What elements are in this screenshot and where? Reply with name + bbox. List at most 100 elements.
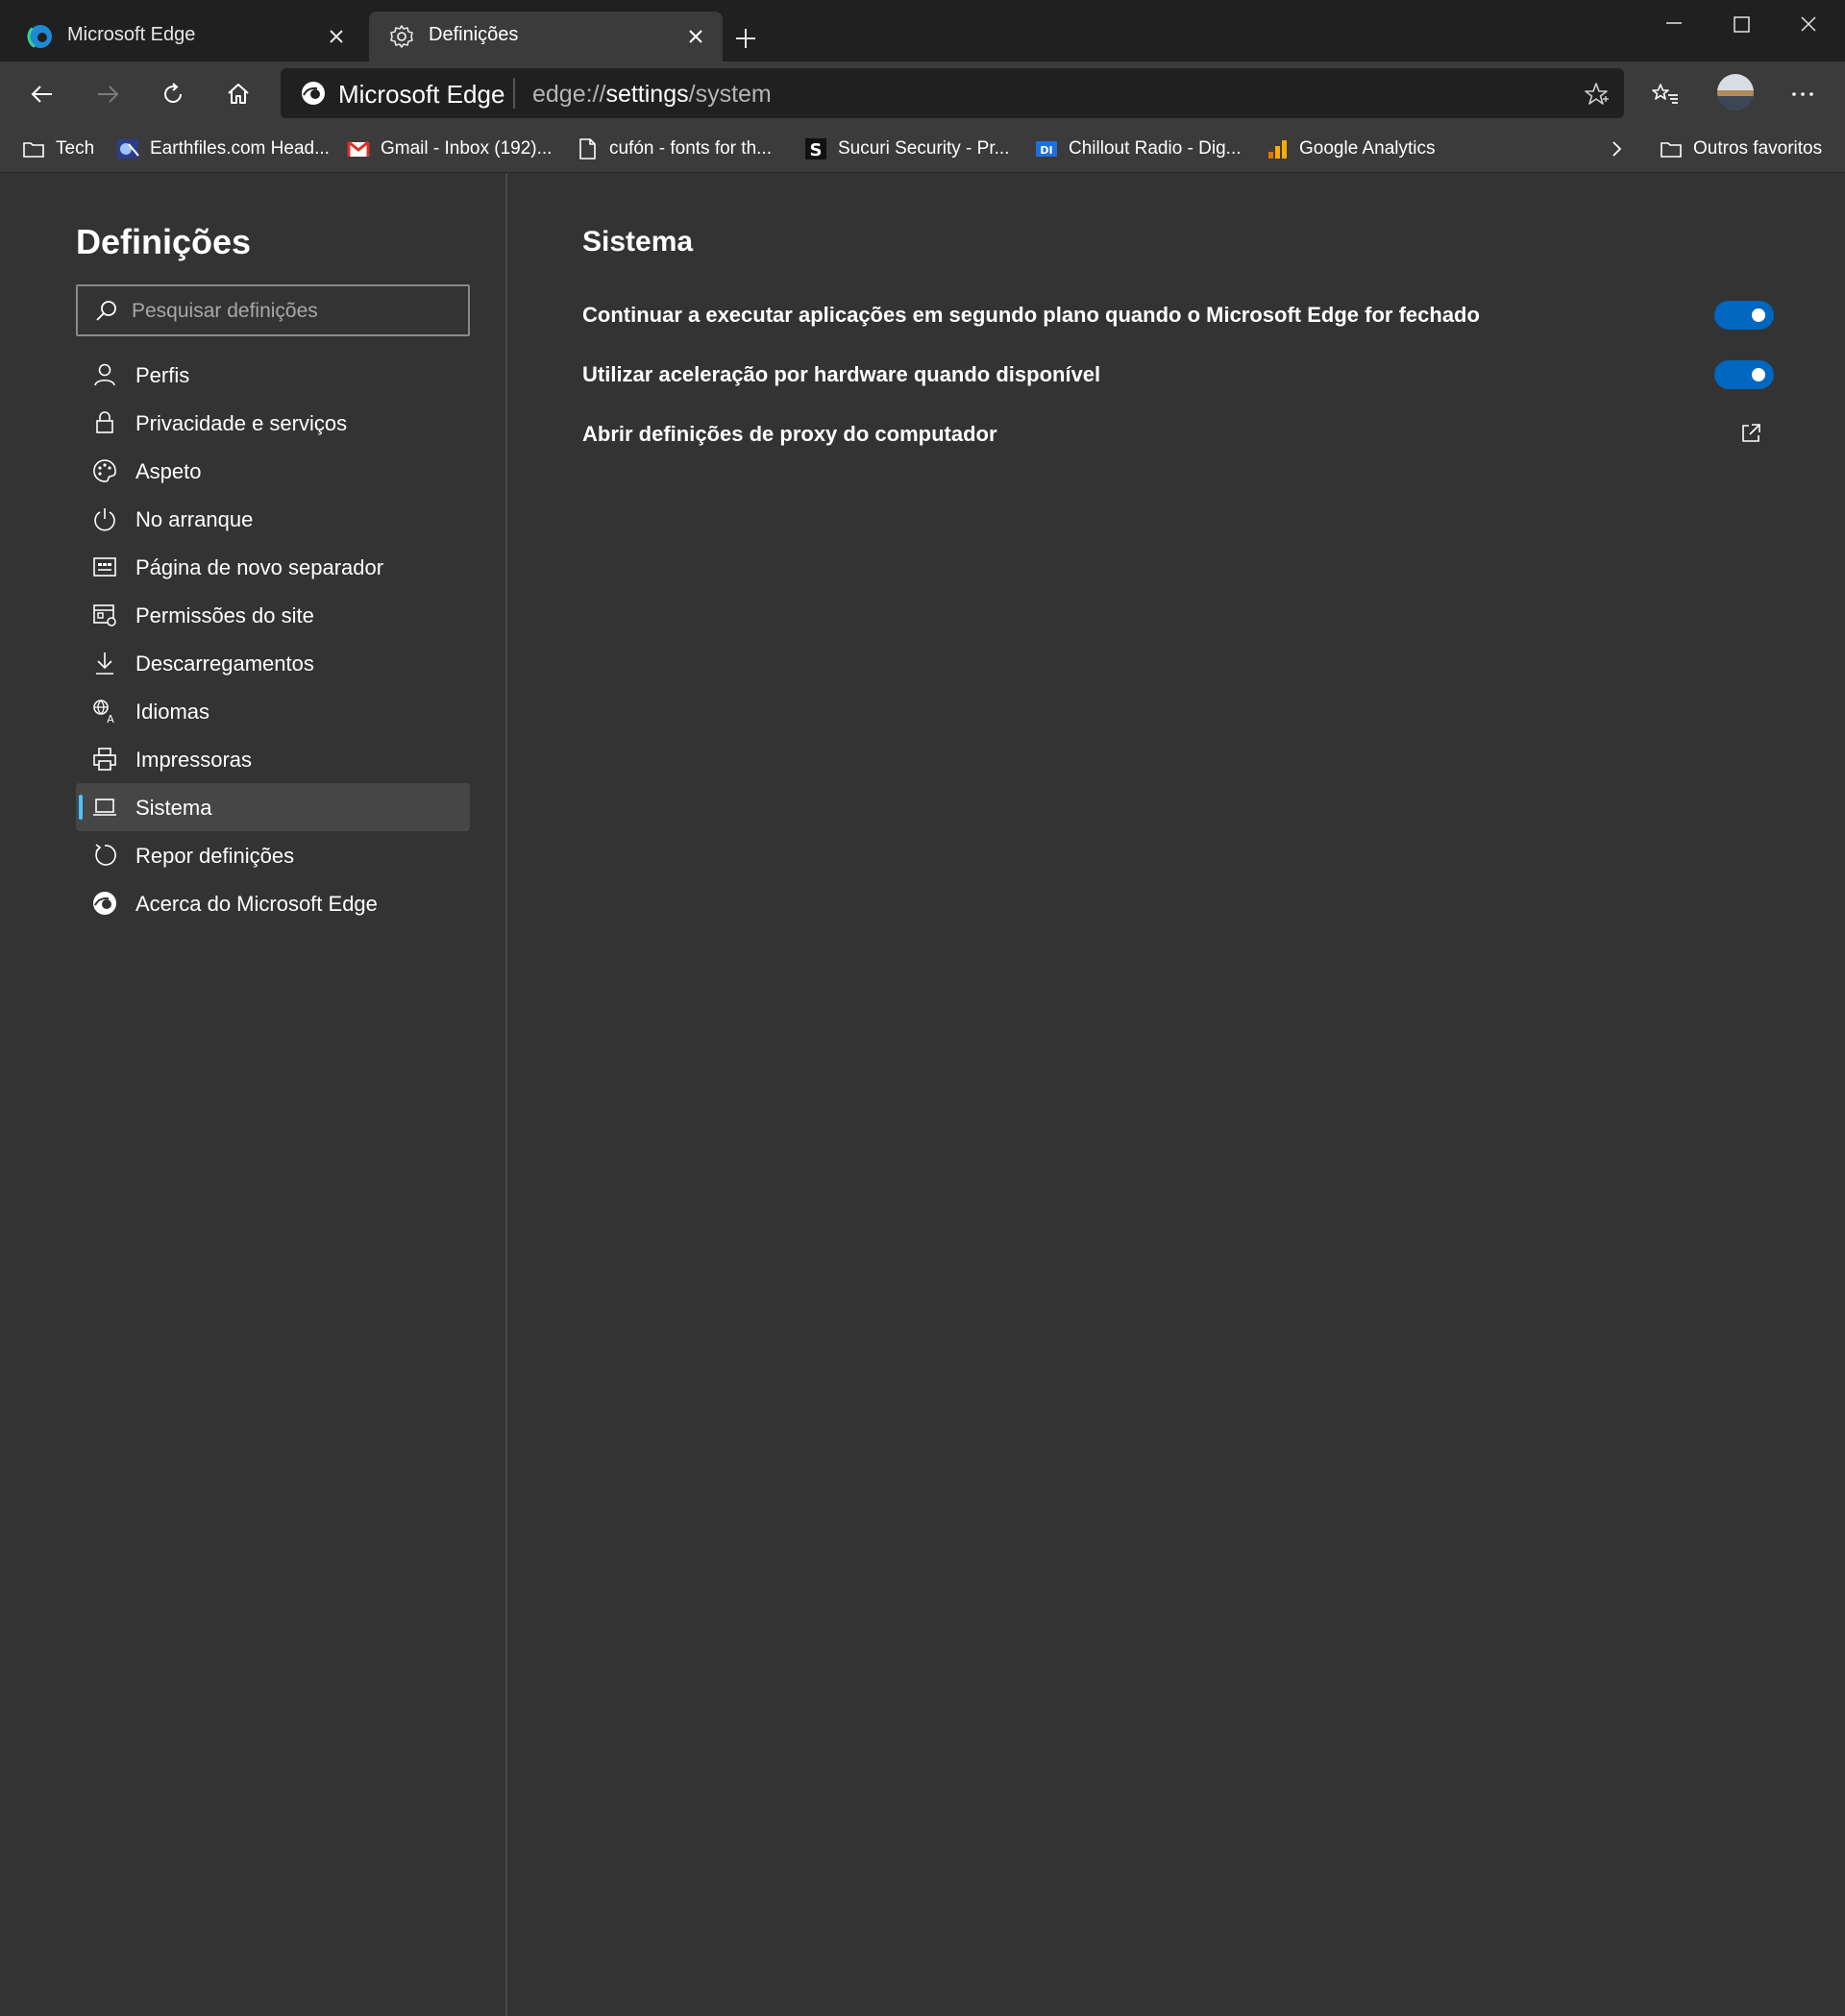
page-title: Sistema bbox=[582, 226, 694, 258]
folder-icon bbox=[1659, 136, 1684, 161]
setting-row-hardware-acceleration: Utilizar aceleração por hardware quando … bbox=[582, 353, 1774, 399]
palette-icon bbox=[91, 457, 118, 484]
sidebar-item-label: Permissões do site bbox=[135, 603, 314, 627]
favorite-item[interactable]: Google Analytics bbox=[1265, 125, 1436, 173]
sidebar-item-label: Privacidade e serviços bbox=[135, 411, 348, 435]
gmail-icon bbox=[346, 136, 371, 161]
tab-label: Microsoft Edge bbox=[67, 24, 196, 45]
favorites-bar: Tech Earthfiles.com Head... Gmail - Inbo… bbox=[0, 125, 1845, 173]
folder-icon bbox=[21, 136, 46, 161]
chevron-right-icon[interactable] bbox=[1603, 135, 1630, 162]
tab-label: Definições bbox=[429, 24, 519, 45]
sidebar-item-perfis[interactable]: Perfis bbox=[76, 351, 470, 399]
sidebar-item-permissoes[interactable]: Permissões do site bbox=[76, 591, 470, 639]
sidebar-item-novo-separador[interactable]: Página de novo separador bbox=[76, 543, 470, 591]
edge-logo-icon bbox=[27, 23, 54, 50]
url-path: /system bbox=[688, 81, 772, 108]
setting-label: Utilizar aceleração por hardware quando … bbox=[582, 362, 1101, 386]
favorite-label: Earthfiles.com Head... bbox=[150, 138, 330, 159]
favorite-item[interactable]: Gmail - Inbox (192)... bbox=[346, 125, 552, 173]
tab-definicoes[interactable]: Definições bbox=[369, 12, 723, 61]
sidebar-item-acerca[interactable]: Acerca do Microsoft Edge bbox=[76, 879, 470, 927]
setting-row-proxy[interactable]: Abrir definições de proxy do computador bbox=[582, 412, 1774, 458]
url-prefix: edge:// bbox=[532, 81, 606, 108]
di-radio-icon: DI bbox=[1034, 136, 1059, 161]
sidebar-item-label: Impressoras bbox=[135, 748, 253, 772]
search-input[interactable] bbox=[132, 296, 458, 327]
sidebar-item-sistema[interactable]: Sistema bbox=[76, 783, 470, 831]
settings-sidebar: Definições Perfis Privacidade e serviços… bbox=[0, 174, 507, 2016]
earthfiles-icon bbox=[115, 136, 140, 161]
lock-icon bbox=[91, 409, 118, 436]
person-icon bbox=[91, 361, 118, 388]
maximize-icon[interactable] bbox=[1722, 8, 1760, 46]
title-bar: Microsoft Edge Definições bbox=[0, 0, 1845, 61]
edge-logo-icon bbox=[300, 80, 327, 107]
svg-text:S: S bbox=[810, 140, 823, 160]
tab-microsoft-edge[interactable]: Microsoft Edge bbox=[8, 12, 363, 61]
favorite-item[interactable]: Earthfiles.com Head... bbox=[115, 125, 330, 173]
profile-avatar[interactable] bbox=[1716, 73, 1755, 111]
sidebar-item-repor[interactable]: Repor definições bbox=[76, 831, 470, 879]
favorite-label: Tech bbox=[56, 138, 95, 159]
background-apps-toggle[interactable] bbox=[1714, 301, 1774, 330]
svg-text:A: A bbox=[107, 713, 114, 725]
sidebar-item-label: Repor definições bbox=[135, 844, 295, 868]
setting-label: Abrir definições de proxy do computador bbox=[582, 422, 997, 446]
add-favorite-star-icon[interactable] bbox=[1582, 80, 1611, 109]
sidebar-item-label: Página de novo separador bbox=[135, 555, 384, 579]
site-permissions-icon bbox=[91, 602, 118, 628]
navigation-toolbar: Microsoft Edge edge://settings/system bbox=[0, 61, 1845, 125]
address-url[interactable]: edge://settings/system bbox=[532, 81, 772, 109]
refresh-icon[interactable] bbox=[154, 75, 192, 113]
sidebar-title: Definições bbox=[76, 222, 252, 261]
home-icon[interactable] bbox=[219, 75, 258, 113]
sidebar-item-impressoras[interactable]: Impressoras bbox=[76, 735, 470, 783]
favorite-label: Google Analytics bbox=[1299, 138, 1436, 159]
other-favorites-label: Outros favoritos bbox=[1693, 138, 1823, 159]
favorite-item[interactable]: Tech bbox=[21, 125, 94, 173]
toggle-knob bbox=[1752, 308, 1765, 322]
page-icon bbox=[575, 136, 600, 161]
settings-content: Sistema Continuar a executar aplicações … bbox=[509, 174, 1845, 2016]
close-window-icon[interactable] bbox=[1789, 8, 1828, 46]
close-tab-icon[interactable] bbox=[323, 23, 350, 50]
reset-icon bbox=[91, 842, 118, 869]
favorite-label: cufón - fonts for th... bbox=[609, 138, 772, 159]
sidebar-item-aspeto[interactable]: Aspeto bbox=[76, 447, 470, 495]
sidebar-item-privacidade[interactable]: Privacidade e serviços bbox=[76, 399, 470, 447]
favorite-item[interactable]: cufón - fonts for th... bbox=[575, 125, 772, 173]
sidebar-item-descarregamentos[interactable]: Descarregamentos bbox=[76, 639, 470, 687]
favorite-item[interactable]: DI Chillout Radio - Dig... bbox=[1034, 125, 1242, 173]
back-arrow-icon[interactable] bbox=[23, 75, 62, 113]
printer-icon bbox=[91, 746, 118, 773]
address-bar[interactable]: Microsoft Edge edge://settings/system bbox=[281, 68, 1624, 118]
more-options-icon[interactable] bbox=[1784, 75, 1822, 113]
search-box[interactable] bbox=[76, 284, 470, 336]
favorite-item[interactable]: S Sucuri Security - Pr... bbox=[803, 125, 1009, 173]
favorites-list-icon[interactable] bbox=[1647, 75, 1685, 113]
external-link-icon[interactable] bbox=[1737, 420, 1764, 447]
sidebar-item-label: Aspeto bbox=[135, 459, 202, 483]
search-icon bbox=[93, 298, 120, 325]
laptop-icon bbox=[91, 794, 118, 821]
other-favorites[interactable]: Outros favoritos bbox=[1659, 125, 1822, 173]
favorite-label: Gmail - Inbox (192)... bbox=[381, 138, 553, 159]
minimize-icon[interactable] bbox=[1655, 8, 1693, 46]
setting-label: Continuar a executar aplicações em segun… bbox=[582, 303, 1480, 327]
language-icon: A bbox=[91, 698, 118, 725]
forward-arrow-icon[interactable] bbox=[88, 75, 127, 113]
sidebar-item-label: Sistema bbox=[135, 796, 212, 820]
svg-text:DI: DI bbox=[1040, 144, 1052, 157]
close-tab-icon[interactable] bbox=[682, 23, 709, 50]
sidebar-item-idiomas[interactable]: A Idiomas bbox=[76, 687, 470, 735]
analytics-icon bbox=[1265, 136, 1290, 161]
sidebar-item-no-arranque[interactable]: No arranque bbox=[76, 495, 470, 543]
sidebar-item-label: Idiomas bbox=[135, 700, 210, 724]
sidebar-item-label: Perfis bbox=[135, 363, 190, 387]
sucuri-icon: S bbox=[803, 136, 828, 161]
address-site-name: Microsoft Edge bbox=[338, 80, 505, 109]
new-tab-page-icon bbox=[91, 553, 118, 580]
new-tab-plus-icon[interactable] bbox=[730, 23, 761, 54]
hardware-acceleration-toggle[interactable] bbox=[1714, 360, 1774, 389]
